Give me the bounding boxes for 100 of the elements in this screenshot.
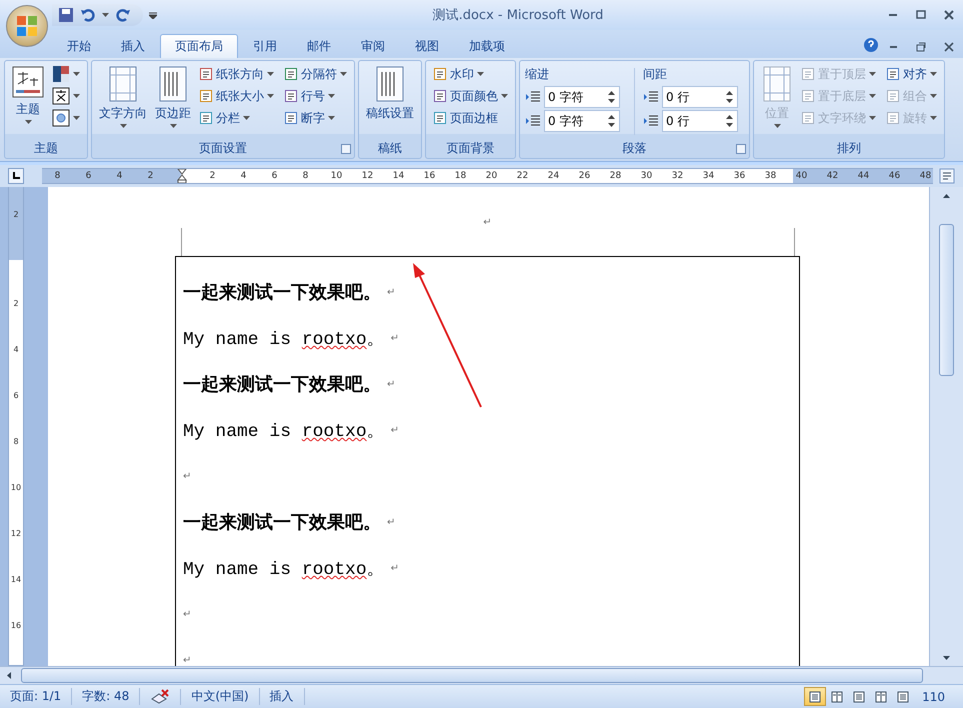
office-button[interactable]: [6, 5, 48, 47]
caret-icon: [73, 94, 80, 98]
spin-arrows-icon[interactable]: [726, 90, 733, 104]
caret-icon: [120, 124, 126, 128]
caret-icon: [869, 116, 876, 120]
ribbon-button[interactable]: 纸张大小: [197, 86, 276, 106]
scrollbar-thumb[interactable]: [939, 224, 954, 376]
spin-arrows-icon[interactable]: [726, 114, 733, 128]
minimize-icon: [889, 14, 897, 16]
restore-icon: [916, 42, 926, 52]
ribbon-button[interactable]: 页面颜色: [431, 86, 510, 106]
ruler-number: 42: [826, 170, 840, 183]
ruler-number: 32: [670, 170, 684, 183]
paragraph-mark: ↵: [390, 562, 400, 574]
theme-colors-button[interactable]: [50, 64, 82, 84]
tab-stop-icon: [12, 172, 20, 180]
page-icon: [374, 66, 406, 102]
ribbon-tab[interactable]: 插入: [106, 34, 160, 58]
group-label: 排列: [837, 140, 861, 157]
ribbon-tab[interactable]: 加载项: [454, 34, 520, 58]
down-arrow-icon: [943, 656, 950, 660]
ribbon-tab[interactable]: 审阅: [346, 34, 400, 58]
ruler-number: 6: [84, 170, 92, 183]
paragraph-mark: ↵: [183, 608, 192, 620]
section-label: 间距: [643, 66, 668, 83]
spin-arrows-icon[interactable]: [608, 90, 615, 104]
ruler-number: 34: [702, 170, 716, 183]
ribbon-button[interactable]: 页边距: [153, 64, 193, 139]
document-icon: [801, 111, 815, 125]
theme-button[interactable]: 主题: [10, 64, 46, 139]
paragraph-mark: ↵: [387, 378, 396, 390]
ribbon-button[interactable]: 水印: [431, 64, 510, 84]
group-label: 页面设置: [199, 140, 247, 157]
spin-field[interactable]: 0 行: [662, 86, 738, 108]
page-view-icon: [809, 690, 822, 702]
caret-icon: [869, 72, 876, 76]
ruler-number: 10: [10, 482, 22, 494]
ribbon-tab[interactable]: 页面布局: [160, 34, 238, 58]
ruler-number: 8: [12, 436, 20, 448]
ribbon-button[interactable]: 纸张方向: [197, 64, 276, 84]
ruler-number: 30: [640, 170, 654, 183]
ruler-number: 10: [330, 170, 344, 183]
paragraph-text: 一起来测试一下效果吧。: [183, 281, 381, 304]
maximize-icon: [916, 10, 926, 20]
ruler-number: 2: [146, 170, 154, 183]
book-error-icon[interactable]: [150, 688, 170, 704]
page-icon: [157, 66, 189, 102]
spin-field[interactable]: 0 字符: [544, 110, 620, 132]
view-ruler-icon[interactable]: [939, 168, 955, 184]
indent-marker-icon[interactable]: [176, 169, 186, 183]
help-icon[interactable]: [863, 37, 879, 53]
dialog-launcher[interactable]: [736, 144, 746, 154]
zoom-level[interactable]: 110: [914, 690, 963, 704]
ribbon-tab[interactable]: 邮件: [292, 34, 346, 58]
caret-icon: [73, 116, 80, 120]
theme-effects-button[interactable]: [50, 108, 82, 128]
ribbon-button[interactable]: 分隔符: [282, 64, 349, 84]
section-label: 缩进: [525, 66, 550, 83]
theme-icon: [12, 66, 44, 98]
status-text: 插入: [260, 688, 305, 705]
paragraph-text: 一起来测试一下效果吧。: [183, 511, 381, 534]
document-icon: [433, 67, 447, 81]
window-title: 测试.docx - Microsoft Word: [432, 7, 604, 24]
caret-icon: [328, 116, 335, 120]
ruler-number: 26: [578, 170, 592, 183]
document-icon: [433, 111, 447, 125]
customize-icon[interactable]: [149, 11, 157, 19]
dialog-launcher[interactable]: [341, 144, 351, 154]
ribbon-tab[interactable]: 视图: [400, 34, 454, 58]
ribbon-tab[interactable]: 开始: [52, 34, 106, 58]
ribbon-button[interactable]: 行号: [282, 86, 349, 106]
save-icon[interactable]: [58, 7, 74, 23]
redo-icon[interactable]: [115, 7, 131, 23]
spin-field[interactable]: 0 行: [662, 110, 738, 132]
paragraph-mark: ↵: [183, 654, 192, 666]
ribbon-button[interactable]: 分栏: [197, 108, 276, 128]
ruler-number: 12: [360, 170, 374, 183]
page-view-icon: [853, 690, 866, 702]
ribbon-tab[interactable]: 引用: [238, 34, 292, 58]
ribbon-button[interactable]: 断字: [282, 108, 349, 128]
theme-fonts-button[interactable]: [50, 86, 82, 106]
view-button[interactable]: [804, 687, 826, 706]
scrollbar-thumb[interactable]: [21, 668, 923, 683]
page-icon: [107, 66, 139, 102]
spin-field[interactable]: 0 字符: [544, 86, 620, 108]
ribbon-button[interactable]: 对齐: [884, 64, 939, 84]
page-icon: [761, 66, 793, 102]
ribbon-button[interactable]: 文字方向: [97, 64, 149, 139]
tab-selector-button[interactable]: [8, 168, 24, 184]
close-icon: [944, 10, 954, 20]
spin-arrows-icon[interactable]: [608, 114, 615, 128]
undo-icon[interactable]: [80, 7, 96, 23]
ribbon-button[interactable]: 稿纸设置: [364, 64, 416, 139]
ruler-number: 8: [302, 170, 310, 183]
ribbon-button[interactable]: 页面边框: [431, 108, 510, 128]
status-text: 页面: 1/1: [0, 688, 72, 705]
document-icon: [284, 111, 298, 125]
paragraph-mark: ↵: [387, 286, 396, 298]
status-text: 字数: 48: [72, 688, 140, 705]
ruler-number: 4: [12, 344, 20, 356]
